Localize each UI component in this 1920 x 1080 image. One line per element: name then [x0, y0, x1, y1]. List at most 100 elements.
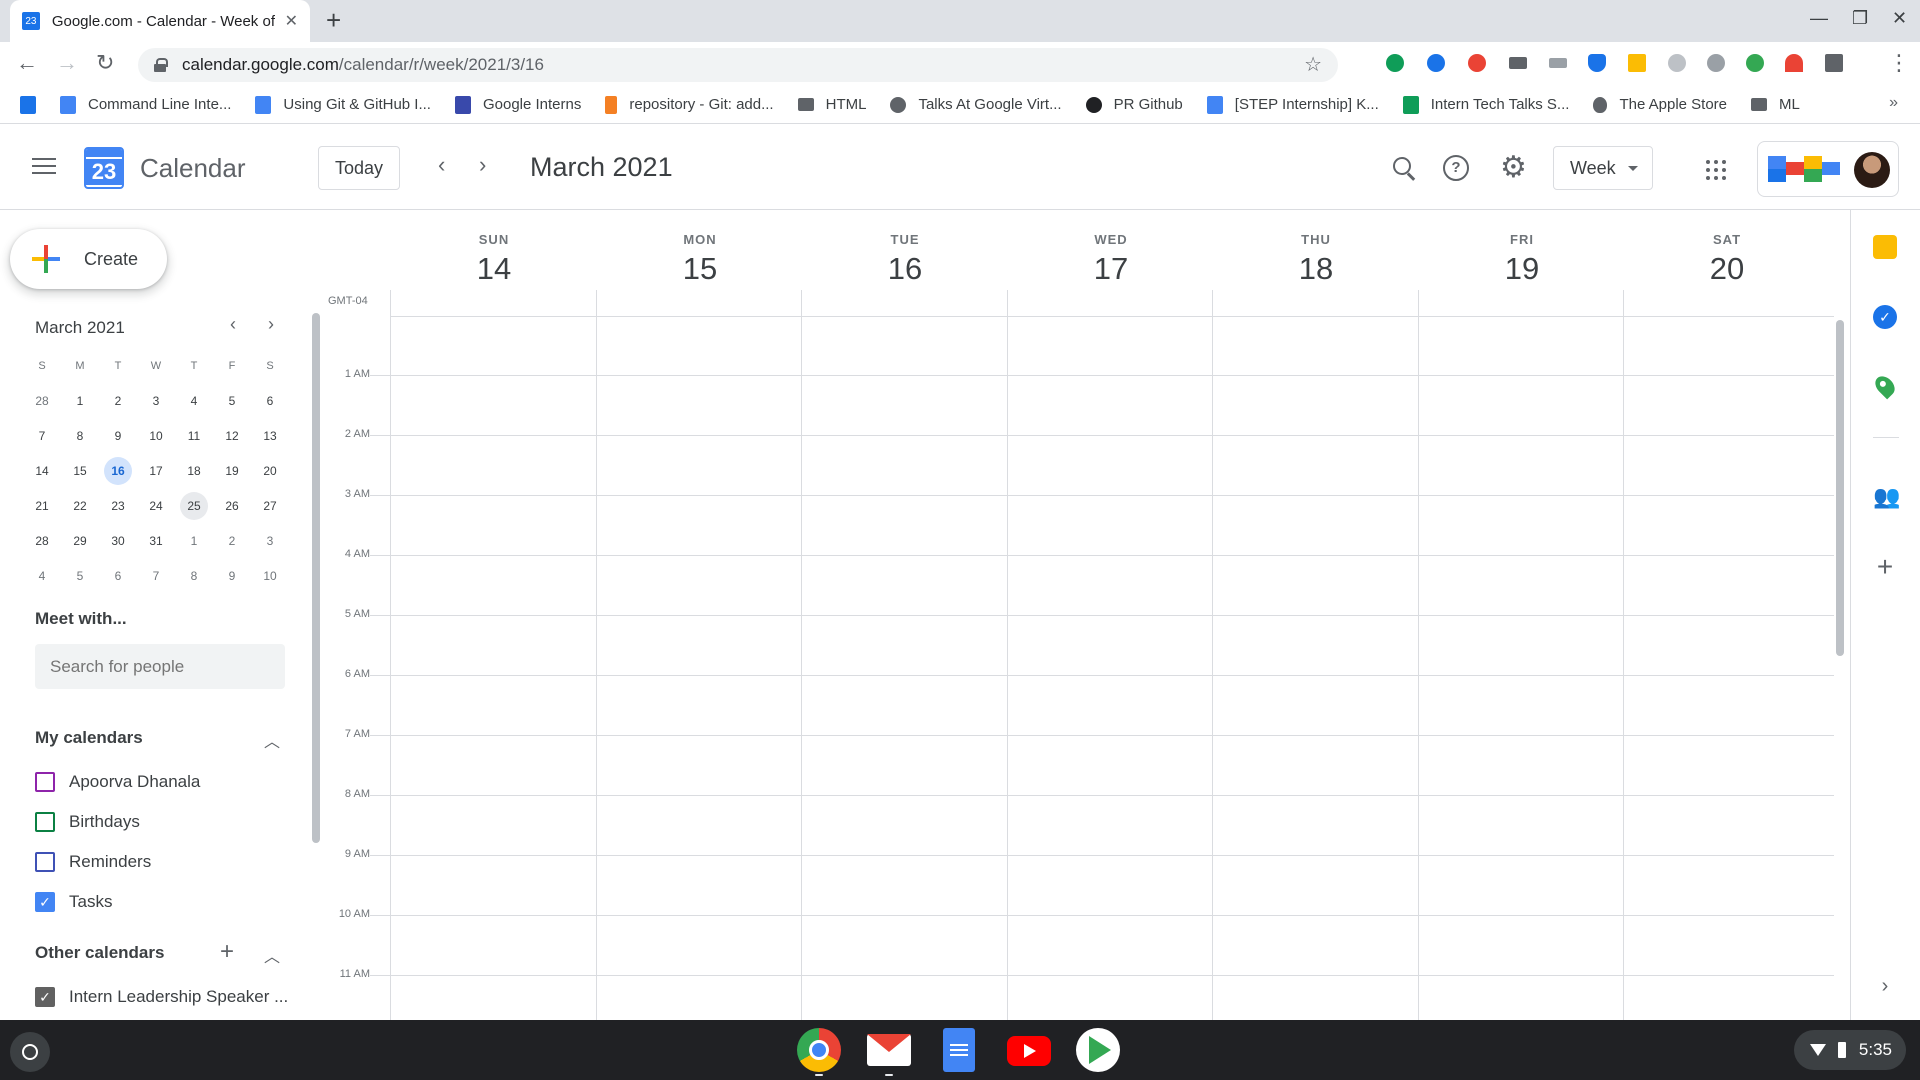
play-store-app-icon[interactable]: [1076, 1028, 1120, 1072]
extension-cast-icon[interactable]: [1509, 57, 1527, 69]
mini-day[interactable]: 15: [61, 453, 99, 488]
lock-icon[interactable]: [154, 58, 168, 72]
status-tray[interactable]: 5:35: [1794, 1030, 1906, 1070]
add-calendar-plus-icon[interactable]: +: [220, 938, 234, 966]
reload-icon[interactable]: ↻: [96, 50, 114, 76]
youtube-app-icon[interactable]: [1007, 1036, 1051, 1066]
extension-shield-icon[interactable]: [1588, 54, 1606, 72]
mini-day[interactable]: 27: [251, 488, 289, 523]
gmail-app-icon[interactable]: [867, 1034, 911, 1066]
mini-day[interactable]: 9: [99, 418, 137, 453]
calendar-item[interactable]: Apoorva Dhanala: [35, 772, 200, 792]
bookmark-item[interactable]: Talks At Google Virt...: [890, 96, 1062, 113]
checkbox-checked-icon[interactable]: ✓: [35, 892, 55, 912]
day-header[interactable]: SAT 20: [1624, 210, 1830, 287]
calendar-item[interactable]: ✓ Tasks: [35, 892, 112, 912]
mini-day[interactable]: 3: [251, 523, 289, 558]
mini-day[interactable]: 29: [61, 523, 99, 558]
day-header[interactable]: TUE 16: [802, 210, 1008, 287]
mini-day[interactable]: 1: [175, 523, 213, 558]
mini-day[interactable]: 19: [213, 453, 251, 488]
chrome-app-icon[interactable]: [797, 1028, 841, 1072]
mini-day[interactable]: 21: [23, 488, 61, 523]
mini-day-hovered[interactable]: 25: [175, 488, 213, 523]
sidebar-scrollbar[interactable]: [312, 313, 320, 843]
mini-day[interactable]: 26: [213, 488, 251, 523]
forward-icon[interactable]: →: [56, 50, 78, 76]
extension-lastpass-icon[interactable]: [1468, 54, 1486, 72]
mini-day[interactable]: 30: [99, 523, 137, 558]
day-header[interactable]: FRI 19: [1419, 210, 1625, 287]
bookmark-item[interactable]: Intern Tech Talks S...: [1402, 95, 1569, 114]
tasks-icon[interactable]: ✓: [1873, 305, 1897, 329]
mini-day[interactable]: 23: [99, 488, 137, 523]
mini-day[interactable]: 22: [61, 488, 99, 523]
mini-day[interactable]: 13: [251, 418, 289, 453]
bookmark-item[interactable]: Google Interns: [454, 95, 581, 114]
today-button[interactable]: Today: [318, 146, 400, 190]
close-window-icon[interactable]: ✕: [1892, 8, 1907, 29]
new-tab-icon[interactable]: +: [326, 6, 341, 34]
day-number[interactable]: 14: [391, 251, 597, 287]
mini-day[interactable]: 5: [213, 383, 251, 418]
extension-heart-icon[interactable]: [1746, 54, 1764, 72]
day-header[interactable]: WED 17: [1008, 210, 1214, 287]
day-number[interactable]: 16: [802, 251, 1008, 287]
day-number[interactable]: 18: [1213, 251, 1419, 287]
avatar[interactable]: [1854, 152, 1890, 188]
back-icon[interactable]: ←: [16, 50, 38, 76]
extension-check-icon[interactable]: [1386, 54, 1404, 72]
extension-google-icon[interactable]: [1707, 54, 1725, 72]
launcher-icon[interactable]: [10, 1032, 50, 1072]
bookmark-item[interactable]: Command Line Inte...: [60, 95, 231, 114]
day-number[interactable]: 17: [1008, 251, 1214, 287]
extension-soccer-icon[interactable]: [1668, 54, 1686, 72]
contacts-icon[interactable]: 👥: [1873, 485, 1900, 509]
day-header[interactable]: SUN 14: [391, 210, 597, 287]
mini-day[interactable]: 10: [251, 558, 289, 593]
mini-day[interactable]: 11: [175, 418, 213, 453]
bookmark-item[interactable]: PR Github: [1085, 96, 1183, 113]
next-week-icon[interactable]: ›: [479, 152, 486, 178]
google-apps-icon[interactable]: [1706, 160, 1726, 180]
extension-notes-icon[interactable]: [1628, 54, 1646, 72]
mini-day[interactable]: 24: [137, 488, 175, 523]
day-header[interactable]: MON 15: [597, 210, 803, 287]
address-bar[interactable]: calendar.google.com/calendar/r/week/2021…: [138, 48, 1338, 82]
calendar-item[interactable]: Reminders: [35, 852, 151, 872]
mini-day[interactable]: 1: [61, 383, 99, 418]
mini-day[interactable]: 4: [23, 558, 61, 593]
chrome-menu-icon[interactable]: ⋮: [1888, 50, 1910, 76]
extensions-puzzle-icon[interactable]: [1825, 54, 1843, 72]
day-number[interactable]: 15: [597, 251, 803, 287]
get-addons-plus-icon[interactable]: +: [1873, 553, 1897, 581]
extension-chrome-remote-icon[interactable]: [1427, 54, 1445, 72]
checkbox-unchecked-icon[interactable]: [35, 812, 55, 832]
app-title[interactable]: Calendar: [140, 153, 246, 184]
account-switcher[interactable]: [1757, 141, 1899, 197]
docs-app-icon[interactable]: [943, 1028, 975, 1072]
mini-day[interactable]: 28: [23, 523, 61, 558]
day-number[interactable]: 19: [1419, 251, 1625, 287]
mini-day[interactable]: 3: [137, 383, 175, 418]
mini-day[interactable]: 2: [99, 383, 137, 418]
collapse-chevron-icon[interactable]: ︿: [264, 943, 280, 967]
bookmark-item[interactable]: [STEP Internship] K...: [1206, 95, 1379, 114]
bookmark-star-icon[interactable]: ☆: [1304, 52, 1322, 77]
mini-day[interactable]: 20: [251, 453, 289, 488]
previous-week-icon[interactable]: ‹: [438, 152, 445, 178]
checkbox-checked-icon[interactable]: ✓: [35, 987, 55, 1007]
browser-tab[interactable]: 23 Google.com - Calendar - Week of ✕: [10, 0, 310, 42]
mini-day[interactable]: 10: [137, 418, 175, 453]
minimize-icon[interactable]: —: [1810, 8, 1828, 29]
search-icon[interactable]: [1391, 155, 1417, 181]
collapse-chevron-icon[interactable]: ︿: [264, 728, 280, 752]
other-calendars-title[interactable]: Other calendars: [35, 943, 164, 963]
extension-tag-icon[interactable]: [1549, 58, 1567, 68]
bookmark-item[interactable]: Using Git & GitHub I...: [255, 95, 431, 114]
mini-day[interactable]: 12: [213, 418, 251, 453]
mini-day[interactable]: 8: [175, 558, 213, 593]
mini-day[interactable]: 18: [175, 453, 213, 488]
my-calendars-title[interactable]: My calendars: [35, 728, 143, 748]
bookmark-item[interactable]: HTML: [797, 96, 866, 113]
